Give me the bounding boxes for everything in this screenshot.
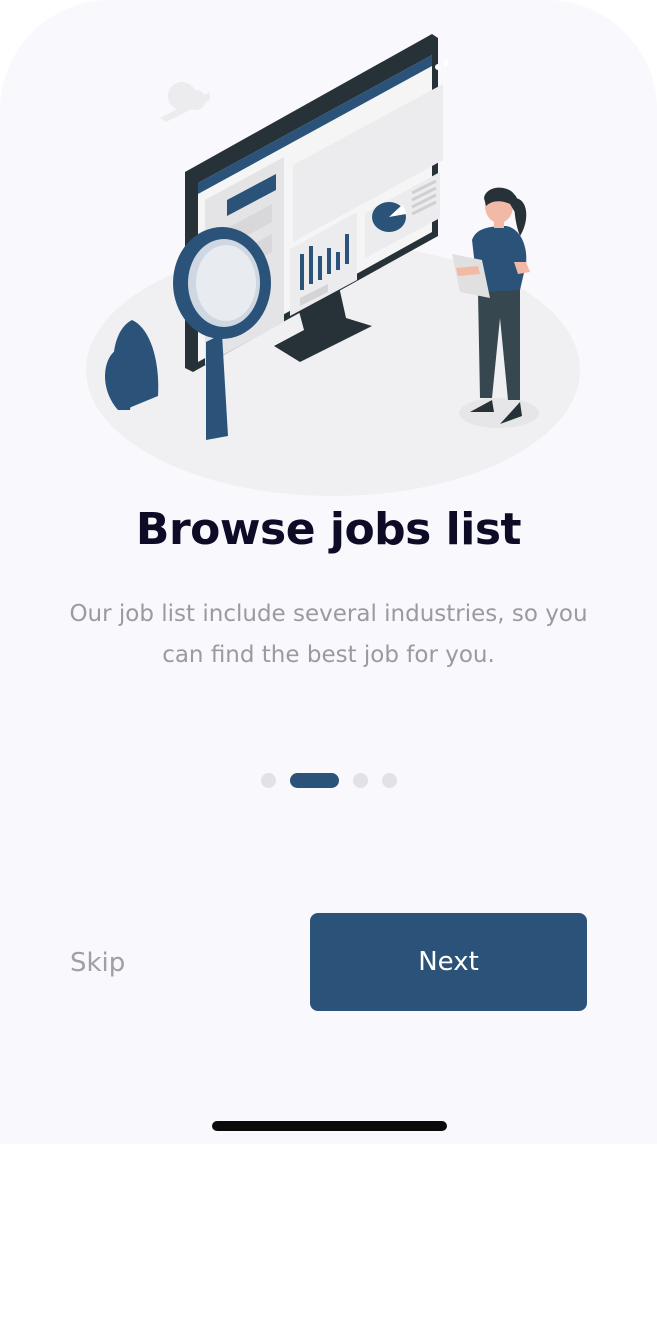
next-button[interactable]: Next bbox=[310, 913, 587, 1011]
skip-button[interactable]: Skip bbox=[70, 942, 125, 984]
onboarding-screen: Browse jobs list Our job list include se… bbox=[0, 0, 657, 1144]
page-description: Our job list include several industries,… bbox=[69, 601, 588, 668]
home-indicator[interactable] bbox=[212, 1121, 447, 1131]
page-dot-2-active[interactable] bbox=[289, 772, 339, 788]
page-indicator bbox=[0, 772, 657, 788]
page-title: Browse jobs list bbox=[135, 504, 522, 555]
job-search-illustration bbox=[86, 34, 580, 496]
next-button-label: Next bbox=[418, 947, 479, 977]
page-dot-1[interactable] bbox=[260, 772, 276, 788]
page-dot-3[interactable] bbox=[352, 772, 368, 788]
cloud-icon bbox=[160, 82, 210, 122]
page-dot-4[interactable] bbox=[381, 772, 397, 788]
pie-chart-graphic bbox=[372, 202, 406, 232]
magnifier-icon bbox=[173, 227, 271, 339]
